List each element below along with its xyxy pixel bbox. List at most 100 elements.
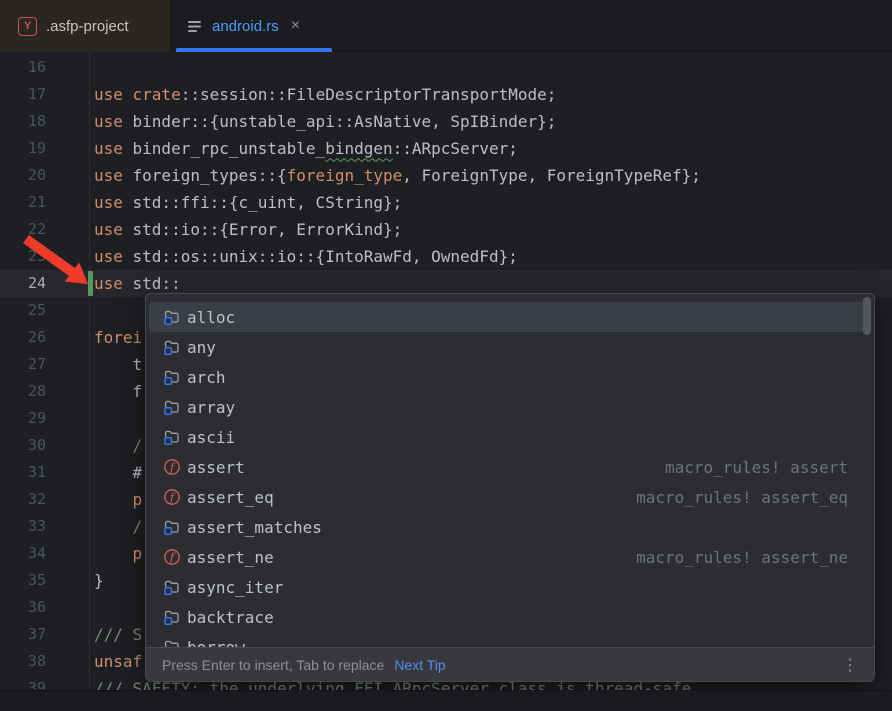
code-line-17[interactable]: 17 use crate::session::FileDescriptorTran… [0,81,892,108]
completion-item-label: assert [187,458,245,477]
code-text: use std::ffi::{c_uint, CString}; [94,189,402,216]
code-line-16[interactable]: 16 [0,54,892,81]
line-number[interactable]: 17 [28,81,46,108]
more-options-icon[interactable]: ⋮ [842,655,858,675]
tab-android-rs[interactable]: android.rs × [170,0,334,52]
line-number[interactable]: 31 [28,459,46,486]
code-text: use crate::session::FileDescriptorTransp… [94,81,556,108]
completion-item-label: backtrace [187,608,274,627]
completion-item-hint: macro_rules! assert [665,458,871,477]
code-text: } [94,567,104,594]
code-text: p [94,486,142,513]
tab-label-android-rs: android.rs [212,18,279,35]
code-line-18[interactable]: 18 use binder::{unstable_api::AsNative, S… [0,108,892,135]
ide-window: Y .asfp-project android.rs × 1617 use cra… [0,0,892,711]
completion-item-backtrace[interactable]: backtrace [149,602,871,632]
completion-item-label: async_iter [187,578,283,597]
line-number[interactable]: 23 [28,243,46,270]
line-number[interactable]: 39 [28,675,46,691]
line-number[interactable]: 18 [28,108,46,135]
line-number[interactable]: 25 [28,297,46,324]
module-icon [163,578,181,596]
line-number[interactable]: 36 [28,594,46,621]
code-line-21[interactable]: 21 use std::ffi::{c_uint, CString}; [0,189,892,216]
completion-item-alloc[interactable]: alloc [149,302,871,332]
line-number[interactable]: 21 [28,189,46,216]
completion-item-label: any [187,338,216,357]
code-text: f [94,378,142,405]
popup-footer-hint: Press Enter to insert, Tab to replace [162,657,384,673]
completion-item-label: array [187,398,235,417]
tab-label-asfp-project: .asfp-project [46,18,129,35]
code-line-19[interactable]: 19 use binder_rpc_unstable_bindgen::ARpcS… [0,135,892,162]
next-tip-link[interactable]: Next Tip [394,657,445,673]
editor-tab-bar: Y .asfp-project android.rs × [0,0,892,52]
module-icon [163,428,181,446]
line-number[interactable]: 38 [28,648,46,675]
code-text: /// S [94,621,142,648]
yaml-file-icon: Y [18,17,37,36]
module-icon [163,518,181,536]
completion-item-arch[interactable]: arch [149,362,871,392]
completion-item-any[interactable]: any [149,332,871,362]
completion-item-assert[interactable]: fassert macro_rules! assert [149,452,871,482]
rust-file-icon [186,17,204,35]
line-number[interactable]: 20 [28,162,46,189]
line-number[interactable]: 37 [28,621,46,648]
code-line-23[interactable]: 23 use std::os::unix::io::{IntoRawFd, Own… [0,243,892,270]
module-icon [163,398,181,416]
line-number[interactable]: 28 [28,378,46,405]
completion-item-assert_ne[interactable]: fassert_nemacro_rules! assert_ne [149,542,871,572]
completion-popup: allocanyarcharrayasciifassertmacro_rules… [145,293,875,682]
completion-item-label: assert_ne [187,548,274,567]
line-number[interactable]: 32 [28,486,46,513]
line-number[interactable]: 29 [28,405,46,432]
macro-icon: f [163,488,181,506]
completion-item-array[interactable]: array [149,392,871,422]
window-bottom-strip [0,690,892,711]
code-text: unsaf [94,648,142,675]
module-icon [163,608,181,626]
module-icon [163,338,181,356]
popup-scrollbar[interactable] [863,297,871,335]
completion-item-async_iter[interactable]: async_iter [149,572,871,602]
completion-item-assert_matches[interactable]: assert_matches [149,512,871,542]
module-icon [163,368,181,386]
code-text: # [94,459,142,486]
macro-icon: f [163,548,181,566]
line-number[interactable]: 16 [28,54,46,81]
line-number[interactable]: 26 [28,324,46,351]
code-text: / [94,513,142,540]
code-text: forei [94,324,142,351]
completion-item-label: ascii [187,428,235,447]
completion-item-label: assert_matches [187,518,322,537]
line-number[interactable]: 35 [28,567,46,594]
code-line-20[interactable]: 20use foreign_types::{foreign_type, Fore… [0,162,892,189]
svg-text:f: f [169,551,176,564]
tab-asfp-project[interactable]: Y .asfp-project [0,0,170,52]
svg-text:f: f [169,461,176,474]
code-text: use binder_rpc_unstable_bindgen::ARpcSer… [94,135,518,162]
code-text: / [94,432,142,459]
line-number[interactable]: 34 [28,540,46,567]
line-number[interactable]: 19 [28,135,46,162]
vcs-change-marker [88,271,93,296]
macro-icon: f [163,458,181,476]
completion-item-ascii[interactable]: ascii [149,422,871,452]
code-text: use std::os::unix::io::{IntoRawFd, Owned… [94,243,518,270]
code-text: use std::io::{Error, ErrorKind}; [94,216,402,243]
line-number[interactable]: 24 [28,270,46,297]
completion-item-hint: macro_rules! assert_eq [636,488,871,507]
completion-item-label: assert_eq [187,488,274,507]
close-tab-icon[interactable]: × [291,18,300,34]
code-text: use binder::{unstable_api::AsNative, SpI… [94,108,556,135]
line-number[interactable]: 30 [28,432,46,459]
completion-item-label: arch [187,368,226,387]
line-number[interactable]: 27 [28,351,46,378]
code-line-22[interactable]: 22 use std::io::{Error, ErrorKind}; [0,216,892,243]
line-number[interactable]: 22 [28,216,46,243]
code-text: t [94,351,142,378]
line-number[interactable]: 33 [28,513,46,540]
popup-footer: Press Enter to insert, Tab to replace Ne… [146,647,874,681]
completion-item-assert_eq[interactable]: f assert_eq macro_rules! assert_eq [149,482,871,512]
